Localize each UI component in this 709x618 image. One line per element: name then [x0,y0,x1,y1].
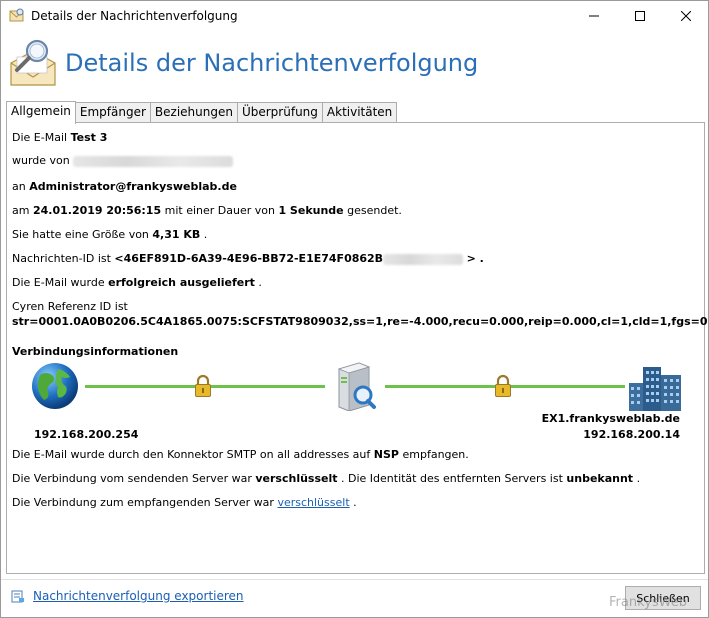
duration-mid: mit einer Dauer von [164,204,275,217]
send-prefix: Die Verbindung vom sendenden Server war [12,472,252,485]
internet-globe-icon [32,363,78,409]
tab-beziehungen[interactable]: Beziehungen [149,102,238,123]
recv-state-link[interactable]: verschlüsselt [277,496,349,509]
redacted-sender [73,155,234,167]
identity-suffix: . [636,472,641,485]
exchange-server-icon [337,362,376,411]
cyren-id: str=0001.0A0B0206.5C4A1865.0075:SCFSTAT9… [12,315,708,328]
size-value: 4,31 KB [152,228,201,241]
export-tracking[interactable]: Nachrichtenverfolgung exportieren [11,589,244,603]
window-title: Details der Nachrichtenverfolgung [31,9,238,23]
to-prefix: an [12,180,26,193]
date-prefix: am [12,204,30,217]
msgid-value: <46EF891D-6A39-4E96-BB72-E1E74F0862B [114,252,384,265]
msgid-suffix: > . [466,252,484,265]
subject-prefix: Die E-Mail [12,131,68,144]
connection-title: Verbindungsinformationen [12,345,179,358]
export-link[interactable]: Nachrichtenverfolgung exportieren [33,589,244,603]
recv-connection-line: Die Verbindung zum empfangenden Server w… [12,496,357,509]
minimize-button[interactable] [571,1,617,31]
date-value: 24.01.2019 20:56:15 [32,204,162,217]
maximize-icon [635,11,645,21]
general-panel: Die E-Mail Test 3 wurde von an Administr… [6,122,708,574]
date-line: am 24.01.2019 20:56:15 mit einer Dauer v… [12,204,402,217]
recv-prefix: Die Verbindung zum empfangenden Server w… [12,496,274,509]
status-suffix: . [258,276,262,289]
page-title: Details der Nachrichtenverfolgung [65,49,479,77]
cyren-label: Cyren Referenz ID ist [12,300,128,313]
status-line: Die E-Mail wurde erfolgreich ausgeliefer… [12,276,262,289]
source-ip: 192.168.200.254 [34,428,139,441]
target-ip: 192.168.200.14 [583,428,680,441]
cyren-line: str=0001.0A0B0206.5C4A1865.0075:SCFSTAT9… [12,315,709,328]
connector-line: Die E-Mail wurde durch den Konnektor SMT… [12,448,469,461]
close-window-button[interactable] [663,1,709,31]
header: Details der Nachrichtenverfolgung [1,31,708,97]
lock-icon [495,374,511,397]
status-prefix: Die E-Mail wurde [12,276,105,289]
minimize-icon [589,15,599,17]
size-suffix: . [203,228,208,241]
envelope-magnifier-icon [10,39,56,86]
subject-line: Die E-Mail Test 3 [12,131,107,144]
send-connection-line: Die Verbindung vom sendenden Server war … [12,472,640,485]
to-line: an Administrator@frankysweblab.de [12,180,237,193]
lock-icon [195,374,211,397]
tab-aktivitaeten[interactable]: Aktivitäten [321,102,398,123]
footer-separator [1,579,708,580]
export-icon [11,590,24,603]
tab-ueberpruefung[interactable]: Überprüfung [236,102,323,123]
size-prefix: Sie hatte eine Größe von [12,228,149,241]
connector-prefix: Die E-Mail wurde durch den Konnektor SMT… [12,448,371,461]
from-prefix: wurde von [12,154,70,167]
subject-value: Test 3 [70,131,108,144]
identity-state: unbekannt [566,472,634,485]
duration-suffix: gesendet. [347,204,402,217]
recv-suffix: . [353,496,357,509]
close-icon [681,11,691,21]
message-tracking-window: Details der Nachrichtenverfolgung Detail… [0,0,709,618]
from-line: wurde von [12,154,234,167]
connector-suffix: empfangen. [402,448,469,461]
tab-allgemein[interactable]: Allgemein [6,101,76,124]
send-state: verschlüsselt [255,472,338,485]
connector-server: NSP [373,448,399,461]
redacted-msgid [383,253,464,265]
office-building-icon [629,367,681,411]
status-value: erfolgreich ausgeliefert [108,276,255,289]
maximize-button[interactable] [617,1,663,31]
envelope-search-icon [9,8,24,22]
target-server-name: EX1.frankysweblab.de [541,412,680,425]
message-id-line: Nachrichten-ID ist <46EF891D-6A39-4E96-B… [12,252,484,265]
identity-mid: . Die Identität des entfernten Servers i… [341,472,563,485]
title-bar[interactable]: Details der Nachrichtenverfolgung [1,1,708,31]
tab-empfaenger[interactable]: Empfänger [74,102,151,123]
watermark: FrankysWeb [609,595,687,610]
size-line: Sie hatte eine Größe von 4,31 KB . [12,228,207,241]
duration-value: 1 Sekunde [278,204,344,217]
to-value: Administrator@frankysweblab.de [29,180,237,193]
tab-bar: Allgemein Empfänger Beziehungen Überprüf… [6,101,398,124]
msgid-prefix: Nachrichten-ID ist [12,252,111,265]
